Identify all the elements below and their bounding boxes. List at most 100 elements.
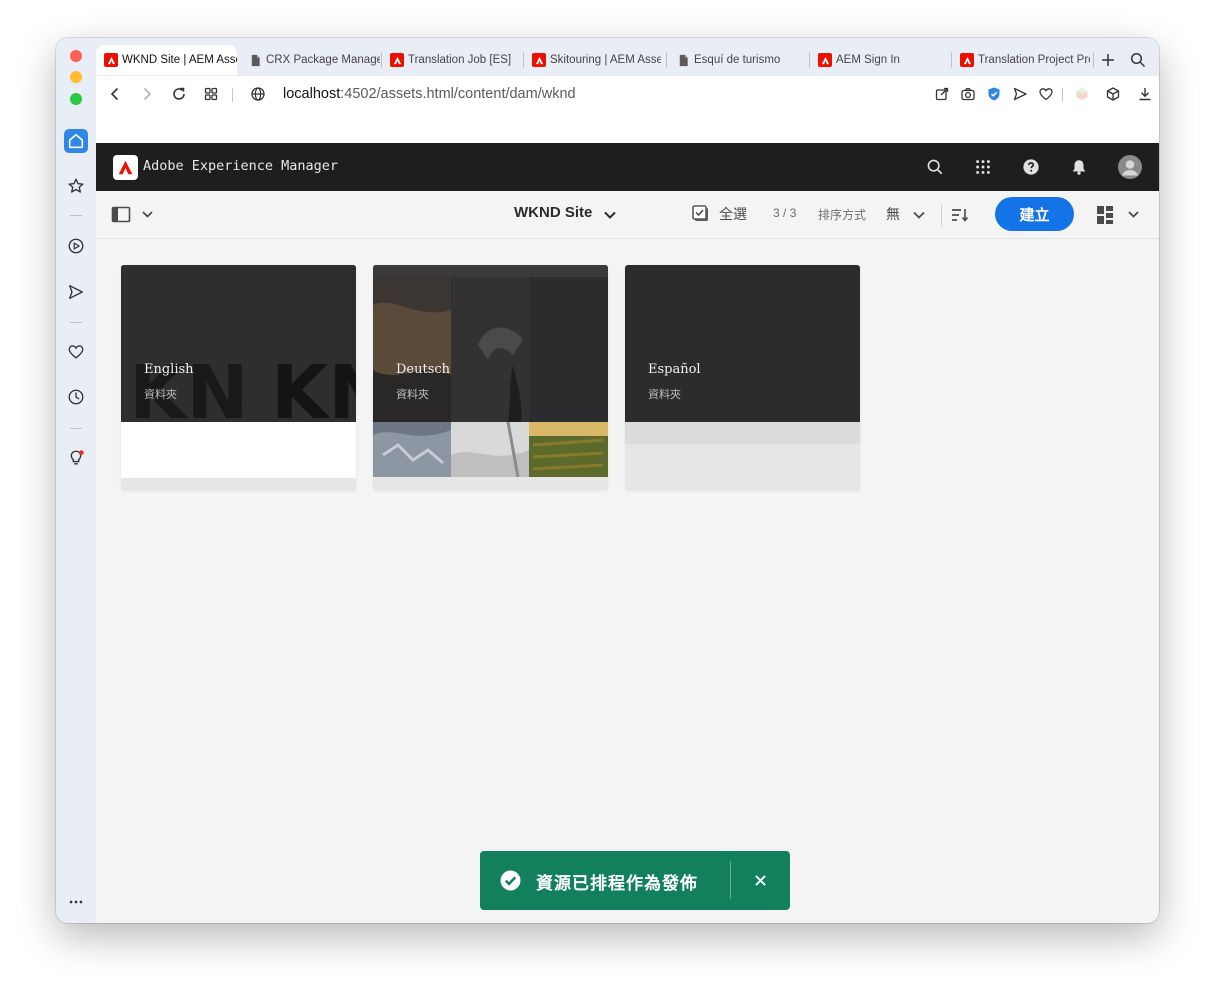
folder-type: 資料夾 [396, 389, 429, 401]
avatar[interactable] [1118, 155, 1142, 179]
tab-skitouring[interactable]: Skitouring | AEM Assets [524, 45, 661, 75]
folder-card-english[interactable]: KN KN English 資料夾 [121, 265, 356, 490]
sort-order-icon[interactable] [950, 205, 970, 225]
home-icon[interactable] [64, 129, 88, 153]
clock-icon[interactable] [64, 385, 88, 409]
box-icon[interactable] [1103, 84, 1123, 104]
tab-bar: WKND Site | AEM Assets CRX Package Manag… [96, 38, 1159, 76]
folder-name: Deutsch [396, 362, 451, 377]
folder-name: Español [648, 362, 701, 377]
tab-esqui-de-turismo[interactable]: Esquí de turismo [668, 45, 806, 75]
browser-window: WKND Site | AEM Assets CRX Package Manag… [56, 38, 1159, 923]
url-path: :4502/assets.html/content/dam/wknd [340, 86, 576, 102]
success-toast: 資源已排程作為發佈 [480, 851, 790, 910]
page-title[interactable]: WKND Site [514, 204, 592, 221]
folder-card-espanol[interactable]: Español 資料夾 [625, 265, 860, 490]
svg-text:KN: KN [271, 350, 356, 422]
tab-label: WKND Site | AEM Assets [122, 54, 237, 66]
product-title[interactable]: Adobe Experience Manager [143, 158, 338, 174]
folder-card-deutsch[interactable]: Deutsch 資料夾 [373, 265, 608, 490]
folder-thumbnail: Deutsch 資料夾 [373, 265, 608, 477]
url-host: localhost [283, 86, 341, 102]
adobe-icon [104, 53, 118, 67]
minimize-window-button[interactable] [70, 71, 82, 83]
tab-label: Translation Project Properties [978, 54, 1090, 66]
folder-thumbnail: KN KN English 資料夾 [121, 265, 356, 422]
tab-wknd-site[interactable]: WKND Site | AEM Assets [96, 45, 237, 75]
forward-icon[interactable] [137, 84, 157, 104]
send-icon[interactable] [64, 280, 88, 304]
reload-icon[interactable] [169, 84, 189, 104]
aem-header: Adobe Experience Manager [96, 143, 1159, 191]
chevron-down-icon[interactable] [602, 207, 618, 223]
sidebar-divider [70, 428, 82, 429]
player-icon[interactable] [64, 234, 88, 258]
apps-grid-icon[interactable] [971, 155, 995, 179]
card-footer [121, 422, 356, 478]
tab-translation-project[interactable]: Translation Project Properties [952, 45, 1090, 75]
globe-icon [248, 84, 268, 104]
toast-message: 資源已排程作為發佈 [536, 874, 698, 893]
tab-separator [666, 52, 667, 68]
document-icon [248, 53, 262, 67]
folder-type: 資料夾 [648, 389, 681, 401]
share-icon[interactable] [932, 84, 952, 104]
tab-crx-package-manager[interactable]: CRX Package Manager [240, 45, 380, 75]
heart-icon[interactable] [1036, 84, 1056, 104]
adobe-icon [390, 53, 404, 67]
create-button-label: 建立 [1019, 206, 1050, 224]
close-icon[interactable] [751, 871, 769, 889]
tab-search-icon[interactable] [1128, 50, 1148, 70]
chevron-down-icon[interactable] [911, 207, 927, 223]
new-tab-icon[interactable] [1098, 50, 1118, 70]
sort-label: 排序方式 [818, 208, 867, 222]
select-all-label[interactable]: 全選 [719, 204, 747, 224]
tab-translation-job[interactable]: Translation Job [ES] [382, 45, 520, 75]
card-footer [625, 422, 860, 444]
extension-cube-icon[interactable] [1072, 84, 1092, 104]
tab-label: Skitouring | AEM Assets [550, 54, 661, 66]
rail-toggle-button[interactable] [111, 205, 157, 225]
tab-label: CRX Package Manager [266, 54, 380, 66]
star-icon[interactable] [64, 174, 88, 198]
action-bar: WKND Site 全選 3 / 3 排序方式 無 建立 [96, 191, 1159, 239]
toast-divider [730, 861, 731, 899]
sidebar-divider [70, 215, 82, 216]
select-all-icon[interactable] [691, 204, 712, 225]
more-icon[interactable] [64, 890, 88, 914]
browser-sidebar [56, 38, 96, 923]
tab-label: Translation Job [ES] [408, 54, 512, 66]
lightbulb-icon[interactable] [64, 446, 88, 470]
address-bar[interactable]: localhost:4502/assets.html/content/dam/w… [283, 84, 576, 104]
zoom-window-button[interactable] [70, 93, 82, 105]
view-switcher-button[interactable] [1096, 204, 1142, 226]
adobe-icon [532, 53, 546, 67]
document-icon [676, 53, 690, 67]
search-icon[interactable] [923, 155, 947, 179]
bell-icon[interactable] [1067, 155, 1091, 179]
create-button[interactable]: 建立 [995, 197, 1074, 231]
checkmark-circle-icon [500, 870, 521, 891]
tab-grid-icon[interactable] [201, 84, 221, 104]
count-separator: / [783, 206, 787, 220]
toolbar-divider [232, 88, 233, 102]
toolbar-divider [1062, 88, 1063, 102]
help-icon[interactable] [1019, 155, 1043, 179]
tab-separator [1093, 52, 1094, 68]
count-current: 3 [773, 206, 780, 220]
camera-icon[interactable] [958, 84, 978, 104]
tab-aem-sign-in[interactable]: AEM Sign In [810, 45, 948, 75]
download-icon[interactable] [1135, 84, 1155, 104]
count-total: 3 [789, 206, 797, 220]
folder-name: English [144, 362, 194, 377]
back-icon[interactable] [105, 84, 125, 104]
sort-select[interactable]: 無 [886, 204, 900, 224]
shield-icon[interactable] [984, 84, 1004, 104]
item-count: 3 / 3 [773, 206, 796, 220]
close-window-button[interactable] [70, 50, 82, 62]
adobe-logo-icon[interactable] [113, 155, 138, 180]
heart-icon[interactable] [64, 340, 88, 364]
adobe-icon [818, 53, 832, 67]
folder-type: 資料夾 [144, 389, 177, 401]
send-icon[interactable] [1010, 84, 1030, 104]
